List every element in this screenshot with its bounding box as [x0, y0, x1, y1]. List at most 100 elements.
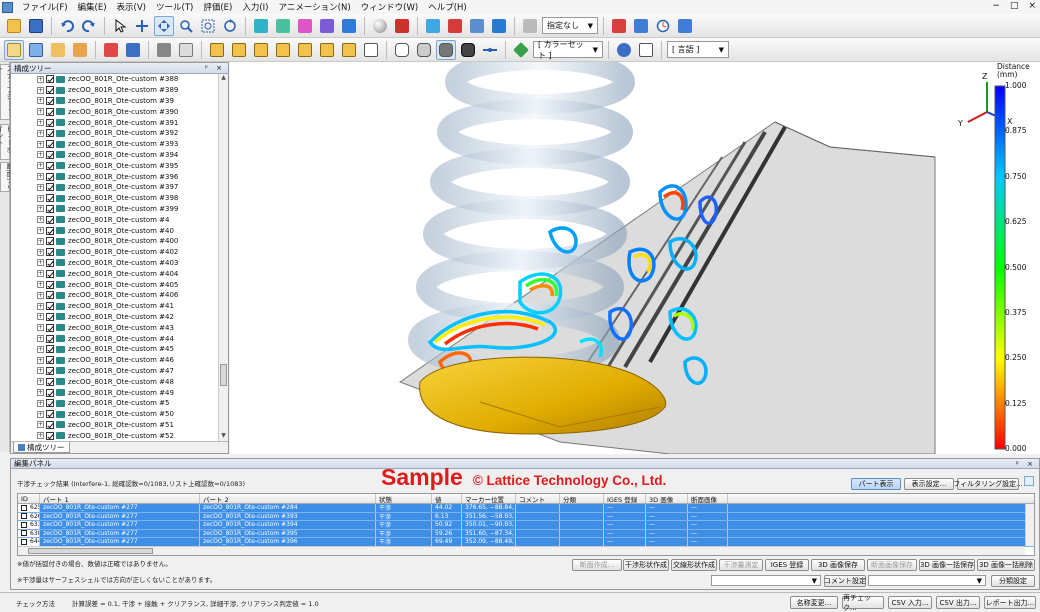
- intersection-shape-create-button[interactable]: 交線形状作成: [671, 559, 717, 571]
- export-grid-icon[interactable]: [1024, 476, 1034, 486]
- rotate-button[interactable]: [154, 15, 174, 36]
- visibility-checkbox[interactable]: [46, 118, 54, 127]
- save-button[interactable]: [26, 16, 46, 36]
- tree-item[interactable]: + zecOO_801R_Ote-custom #395: [37, 160, 218, 171]
- expand-toggle-icon[interactable]: +: [37, 129, 44, 137]
- sphere-button[interactable]: [370, 16, 390, 36]
- tree-item[interactable]: + zecOO_801R_Ote-custom #51: [37, 420, 218, 431]
- tab-snapshot[interactable]: スナップショット: [0, 64, 14, 120]
- view-bottom-button[interactable]: [317, 40, 337, 60]
- view-front-button[interactable]: [207, 40, 227, 60]
- save-section-image-button[interactable]: 断面画像保存: [867, 559, 917, 571]
- csv-output-button[interactable]: CSV 出力...: [936, 596, 980, 609]
- tree-item[interactable]: + zecOO_801R_Ote-custom #40: [37, 225, 218, 236]
- display-settings-button[interactable]: 表示設定...: [904, 478, 954, 490]
- rename-button[interactable]: 名称変更...: [790, 596, 838, 609]
- dimension-button[interactable]: [609, 16, 629, 36]
- tree-item[interactable]: + zecOO_801R_Ote-custom #404: [37, 268, 218, 279]
- book-button[interactable]: [123, 40, 143, 60]
- category-select[interactable]: ▼: [868, 575, 986, 586]
- expand-toggle-icon[interactable]: +: [37, 140, 44, 148]
- view-right-button[interactable]: [273, 40, 293, 60]
- visibility-checkbox[interactable]: [46, 183, 54, 192]
- tree-item[interactable]: + zecOO_801R_Ote-custom #402: [37, 247, 218, 258]
- section-create-button[interactable]: 断面作成...: [572, 559, 622, 571]
- visibility-checkbox[interactable]: [46, 366, 54, 375]
- row-checkbox[interactable]: [21, 538, 27, 545]
- table-row[interactable]: 626zecOO_801R_Ote-custom #277zecOO_801R_…: [18, 512, 1034, 521]
- render-wire-button[interactable]: [392, 40, 412, 60]
- expand-toggle-icon[interactable]: +: [37, 227, 44, 235]
- expand-toggle-icon[interactable]: +: [37, 367, 44, 375]
- table-row[interactable]: 625zecOO_801R_Ote-custom #277zecOO_801R_…: [18, 504, 1034, 513]
- menu-edit[interactable]: 編集(E): [73, 1, 112, 13]
- measure-button[interactable]: [317, 16, 337, 36]
- menu-file[interactable]: ファイル(F): [17, 1, 73, 13]
- menu-window[interactable]: ウィンドウ(W): [356, 1, 424, 13]
- minimize-button[interactable]: −: [992, 1, 1000, 11]
- tree-item[interactable]: + zecOO_801R_Ote-custom #45: [37, 344, 218, 355]
- visibility-checkbox[interactable]: [46, 388, 54, 397]
- visibility-checkbox[interactable]: [46, 237, 54, 246]
- grid-vertical-scrollbar[interactable]: [1025, 504, 1034, 546]
- visibility-checkbox[interactable]: [46, 302, 54, 311]
- expand-toggle-icon[interactable]: +: [37, 302, 44, 310]
- visibility-checkbox[interactable]: [46, 420, 54, 429]
- background-button[interactable]: [614, 40, 634, 60]
- view-left-button[interactable]: [251, 40, 271, 60]
- close-button[interactable]: ×: [1028, 1, 1036, 11]
- redline-button[interactable]: [101, 40, 121, 60]
- visibility-checkbox[interactable]: [46, 377, 54, 386]
- panel-pin-close[interactable]: ᵖ ×: [205, 64, 228, 72]
- save-3d-images-all-button[interactable]: 3D 画像一括保存: [919, 559, 975, 571]
- visibility-checkbox[interactable]: [46, 86, 54, 95]
- expand-toggle-icon[interactable]: +: [37, 356, 44, 364]
- view-iso-button[interactable]: [339, 40, 359, 60]
- style-button[interactable]: [520, 16, 540, 36]
- tree-item[interactable]: + zecOO_801R_Ote-custom #396: [37, 171, 218, 182]
- zoom-button[interactable]: [176, 16, 196, 36]
- undo-button[interactable]: [57, 16, 77, 36]
- expand-toggle-icon[interactable]: +: [37, 335, 44, 343]
- scroll-up-icon[interactable]: ▲: [219, 74, 228, 83]
- iges-register-button[interactable]: IGES 登録: [765, 559, 809, 571]
- column-header-comment[interactable]: コメント: [516, 494, 560, 503]
- color-set-combo[interactable]: [ カラーセット ] ▼: [533, 40, 603, 60]
- tree-scrollbar[interactable]: ▲ ▼: [218, 74, 228, 441]
- expand-toggle-icon[interactable]: +: [37, 86, 44, 94]
- expand-toggle-icon[interactable]: +: [37, 324, 44, 332]
- tree-item[interactable]: + zecOO_801R_Ote-custom #41: [37, 301, 218, 312]
- render-hidden-button[interactable]: [414, 40, 434, 60]
- visibility-checkbox[interactable]: [46, 150, 54, 159]
- visibility-checkbox[interactable]: [46, 129, 54, 138]
- pan-button[interactable]: [132, 16, 152, 36]
- tree-item[interactable]: + zecOO_801R_Ote-custom #43: [37, 322, 218, 333]
- expand-toggle-icon[interactable]: +: [37, 248, 44, 256]
- report-button[interactable]: [489, 16, 509, 36]
- menu-animation[interactable]: アニメーション(N): [273, 1, 355, 13]
- zoom-window-button[interactable]: [198, 16, 218, 36]
- tree-item[interactable]: + zecOO_801R_Ote-custom #46: [37, 355, 218, 366]
- view-wire-button[interactable]: [361, 40, 381, 60]
- tree-item[interactable]: + zecOO_801R_Ote-custom #42: [37, 312, 218, 323]
- row-checkbox[interactable]: [21, 521, 27, 528]
- line-style-button[interactable]: [480, 40, 500, 60]
- visibility-checkbox[interactable]: [46, 410, 54, 419]
- language-combo[interactable]: [ 言語 ] ▼: [667, 41, 729, 58]
- menu-evaluate[interactable]: 評価(E): [198, 1, 237, 13]
- expand-toggle-icon[interactable]: +: [37, 194, 44, 202]
- table-row[interactable]: 633zecOO_801R_Ote-custom #277zecOO_801R_…: [18, 521, 1034, 530]
- visibility-checkbox[interactable]: [46, 107, 54, 116]
- expand-toggle-icon[interactable]: +: [37, 399, 44, 407]
- expand-toggle-icon[interactable]: +: [37, 237, 44, 245]
- tree-item[interactable]: + zecOO_801R_Ote-custom #5: [37, 398, 218, 409]
- view-back-button[interactable]: [229, 40, 249, 60]
- grid-horizontal-scrollbar[interactable]: [18, 546, 1025, 555]
- row-checkbox[interactable]: [21, 530, 27, 537]
- visibility-checkbox[interactable]: [46, 172, 54, 181]
- column-header-category[interactable]: 分類: [560, 494, 604, 503]
- expand-toggle-icon[interactable]: +: [37, 259, 44, 267]
- tree-item[interactable]: + zecOO_801R_Ote-custom #394: [37, 150, 218, 161]
- visibility-checkbox[interactable]: [46, 96, 54, 105]
- expand-toggle-icon[interactable]: +: [37, 97, 44, 105]
